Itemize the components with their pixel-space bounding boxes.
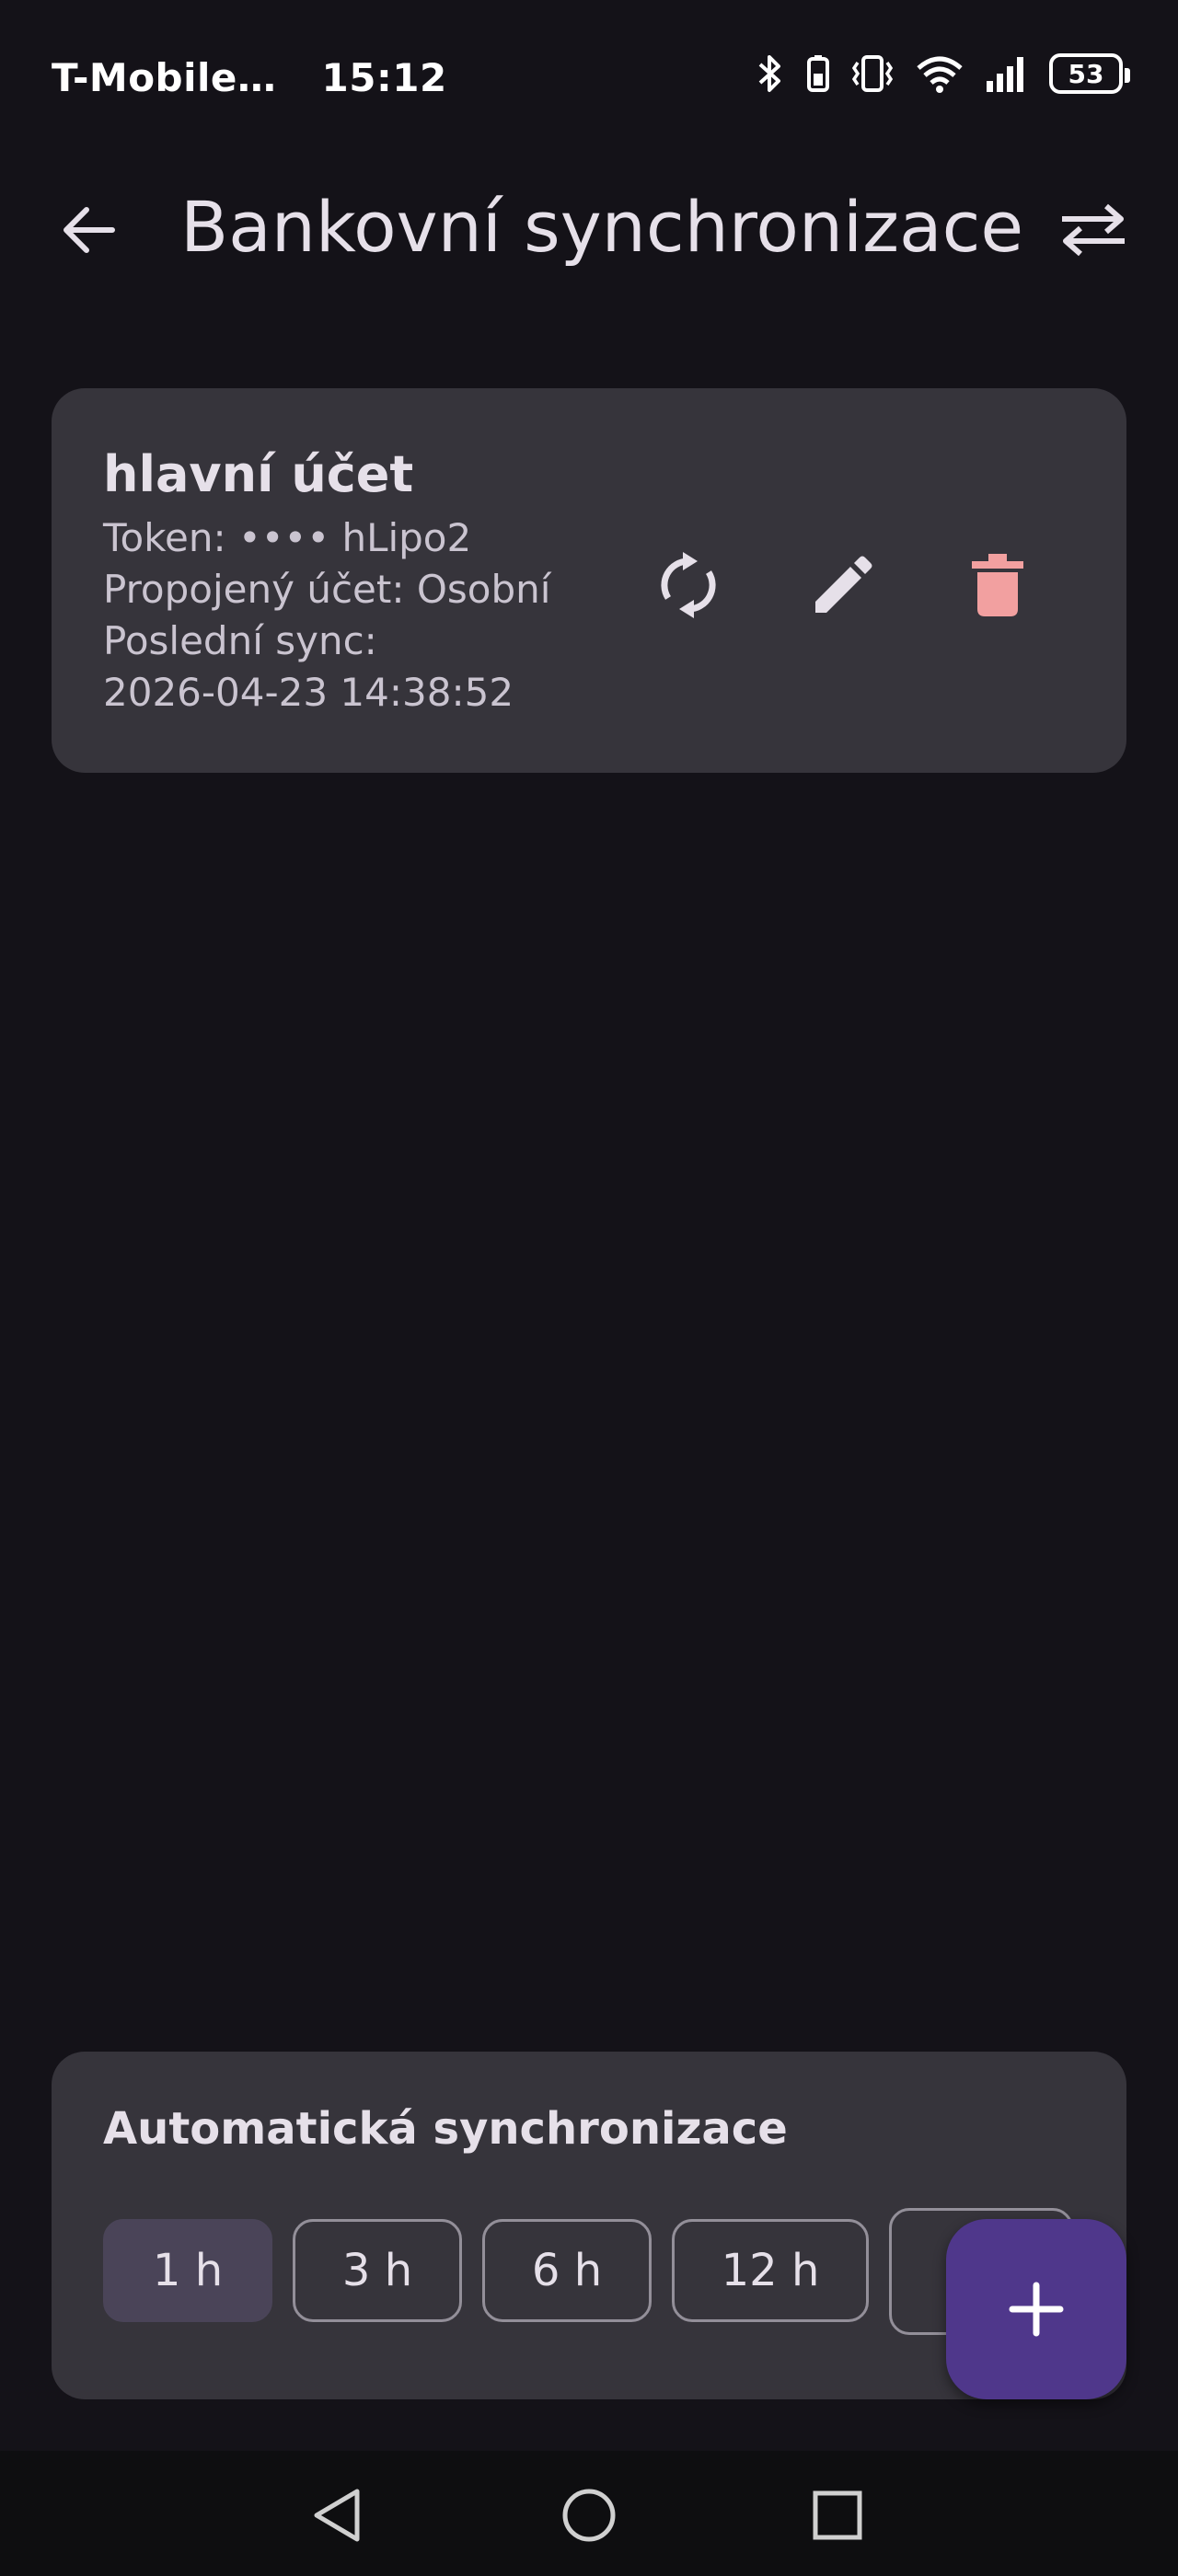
account-name: hlavní účet bbox=[103, 445, 414, 503]
interval-chip-6h[interactable]: 6 h bbox=[482, 2219, 652, 2322]
last-sync-label: Poslední sync: bbox=[103, 618, 377, 663]
plus-icon bbox=[1009, 2282, 1064, 2337]
delete-icon bbox=[972, 554, 1023, 616]
clock: 15:12 bbox=[321, 55, 447, 100]
delete-button[interactable] bbox=[952, 539, 1044, 631]
signal-icon bbox=[987, 57, 1023, 92]
page-title: Bankovní synchronizace bbox=[180, 186, 1024, 268]
bluetooth-icon bbox=[758, 55, 780, 92]
interval-chip-12h[interactable]: 12 h bbox=[672, 2219, 869, 2322]
nav-back-icon bbox=[314, 2489, 360, 2542]
sync-icon bbox=[661, 552, 716, 618]
status-icons: 53 bbox=[755, 53, 1130, 94]
nav-recent-icon bbox=[813, 2490, 862, 2540]
arrow-back-icon bbox=[64, 207, 115, 253]
edit-icon bbox=[815, 556, 872, 613]
nav-recent-button[interactable] bbox=[801, 2478, 874, 2552]
edit-button[interactable] bbox=[797, 539, 889, 631]
system-nav-bar bbox=[0, 2451, 1178, 2576]
swap-button[interactable] bbox=[1049, 193, 1138, 267]
phone-battery-icon bbox=[807, 55, 829, 92]
add-account-button[interactable] bbox=[946, 2219, 1126, 2399]
screen: T-Mobile… 15:12 53 Bankovní synchronizac… bbox=[0, 0, 1178, 2576]
interval-chip-1h[interactable]: 1 h bbox=[103, 2219, 272, 2322]
sync-button[interactable] bbox=[642, 539, 734, 631]
battery-icon: 53 bbox=[1049, 53, 1130, 94]
app-bar: Bankovní synchronizace bbox=[0, 156, 1178, 304]
status-left: T-Mobile… 15:12 bbox=[52, 55, 447, 100]
carrier-label: T-Mobile… bbox=[52, 55, 277, 100]
last-sync-date: 2026-04-23 14:38:52 bbox=[103, 670, 514, 715]
swap-arrows-icon bbox=[1062, 203, 1125, 257]
auto-sync-title: Automatická synchronizace bbox=[103, 2103, 788, 2155]
account-linked: Propojený účet: Osobní bbox=[103, 567, 551, 612]
interval-chip-3h[interactable]: 3 h bbox=[293, 2219, 462, 2322]
nav-back-button[interactable] bbox=[300, 2478, 374, 2552]
back-button[interactable] bbox=[52, 193, 125, 267]
vibrate-icon bbox=[851, 55, 894, 92]
wifi-icon bbox=[917, 56, 963, 93]
status-bar: T-Mobile… 15:12 53 bbox=[0, 0, 1178, 156]
account-card[interactable]: hlavní účet Token: •••• hLipo2 Propojený… bbox=[52, 388, 1126, 773]
nav-home-icon bbox=[562, 2489, 616, 2542]
nav-home-button[interactable] bbox=[552, 2478, 626, 2552]
account-token: Token: •••• hLipo2 bbox=[103, 515, 472, 560]
